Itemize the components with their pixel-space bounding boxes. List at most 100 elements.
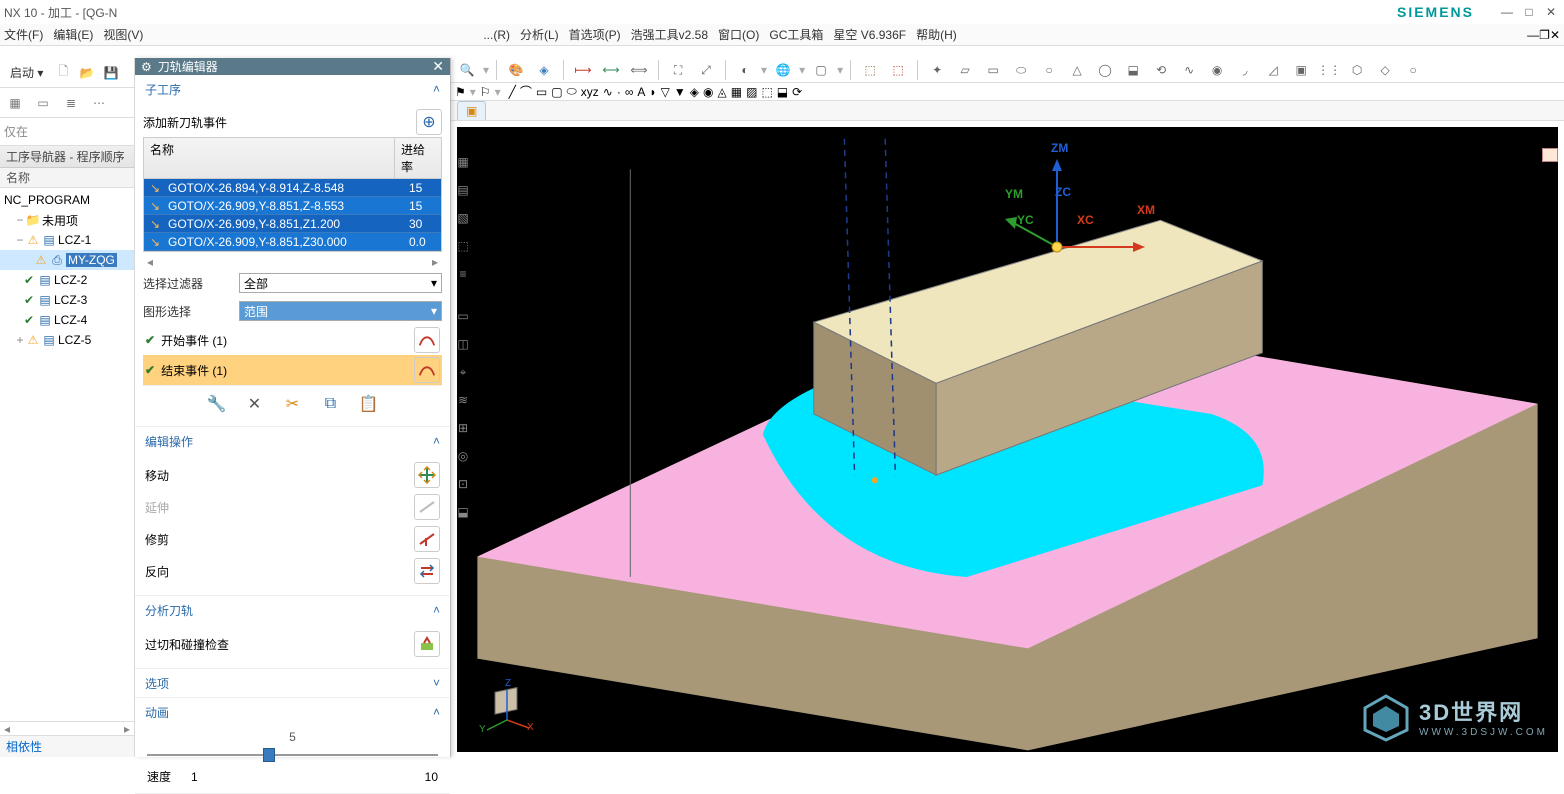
- line-icon[interactable]: ╱: [509, 85, 516, 99]
- section-anim[interactable]: 动画˄: [135, 698, 450, 726]
- hex-icon[interactable]: ⬡: [1345, 58, 1369, 82]
- tree-lcz3[interactable]: ✔ ▤ LCZ-3: [0, 290, 134, 310]
- tree-lcz4[interactable]: ✔ ▤ LCZ-4: [0, 310, 134, 330]
- fillet-icon[interactable]: ◞: [1233, 58, 1257, 82]
- menu-file[interactable]: 文件(F): [4, 26, 43, 43]
- start-curve-icon[interactable]: [414, 327, 440, 353]
- v2-icon[interactable]: ▼: [674, 85, 686, 99]
- maximize-button[interactable]: □: [1520, 3, 1538, 21]
- table-row[interactable]: ↘GOTO/X-26.909,Y-8.851,Z-8.55315: [144, 197, 441, 215]
- add-event-button[interactable]: ⊕: [416, 109, 442, 135]
- revolve-icon[interactable]: ⟲: [1149, 58, 1173, 82]
- cut-icon[interactable]: ✂: [281, 392, 305, 416]
- layers-icon[interactable]: ≣: [60, 92, 82, 114]
- filter-select[interactable]: 全部▾: [239, 273, 442, 293]
- mini-viewport-icon[interactable]: [1542, 148, 1558, 162]
- more-icon[interactable]: ⋯: [88, 92, 110, 114]
- fit-icon[interactable]: ⛶: [666, 58, 690, 82]
- box-icon[interactable]: ▭: [981, 58, 1005, 82]
- st-4[interactable]: ⬚: [451, 234, 475, 258]
- copy-icon[interactable]: ⧉: [319, 392, 343, 416]
- slider-thumb[interactable]: [263, 748, 275, 762]
- sphere-icon[interactable]: ○: [1037, 58, 1061, 82]
- st-7[interactable]: ◫: [451, 332, 475, 356]
- table-row[interactable]: ↘GOTO/X-26.894,Y-8.914,Z-8.54815: [144, 179, 441, 197]
- text-icon[interactable]: xyz: [581, 85, 599, 99]
- inner-restore-button[interactable]: ❐: [1539, 28, 1550, 42]
- menu-view[interactable]: 视图(V): [103, 26, 143, 43]
- d-icon[interactable]: ◗: [649, 85, 656, 99]
- minimize-button[interactable]: —: [1498, 3, 1516, 21]
- dist-icon[interactable]: ⟺: [627, 58, 651, 82]
- point-icon[interactable]: ·: [617, 85, 621, 99]
- cube2-icon[interactable]: ⬚: [886, 58, 910, 82]
- paste-icon[interactable]: 📋: [357, 392, 381, 416]
- save-icon[interactable]: 💾: [101, 63, 121, 83]
- v9-icon[interactable]: ⬓: [777, 85, 788, 99]
- st-13[interactable]: ⬓: [451, 500, 475, 524]
- menu-r[interactable]: ...(R): [483, 28, 510, 42]
- st-5[interactable]: ≡: [451, 262, 475, 286]
- cone-icon[interactable]: △: [1065, 58, 1089, 82]
- inner-minimize-button[interactable]: —: [1527, 28, 1539, 42]
- spline-icon[interactable]: ∿: [603, 85, 613, 99]
- palette-icon[interactable]: 🎨: [504, 58, 528, 82]
- tree-unused[interactable]: − 📁 未用项: [0, 210, 134, 230]
- tree-hscroll[interactable]: ◂▸: [0, 721, 134, 735]
- inner-close-button[interactable]: ✕: [1550, 28, 1560, 42]
- st-12[interactable]: ⊡: [451, 472, 475, 496]
- speed-slider[interactable]: [147, 746, 438, 764]
- table-row[interactable]: ↘GOTO/X-26.909,Y-8.851,Z1.20030: [144, 215, 441, 233]
- a-icon[interactable]: A: [637, 85, 645, 99]
- graph-select[interactable]: 范围▾: [239, 301, 442, 321]
- ellipse-icon[interactable]: ⬭: [567, 84, 577, 99]
- v6-icon[interactable]: ▦: [731, 85, 742, 99]
- wire-icon[interactable]: ▢: [809, 58, 833, 82]
- op-trim[interactable]: 修剪: [143, 523, 442, 555]
- menu-haoqiang[interactable]: 浩强工具v2.58: [631, 26, 708, 43]
- 3d-viewport[interactable]: ZM ZC YM YC XM XC Z X Y 3D世界网WWW.3DSJ: [457, 127, 1558, 752]
- section-analyze[interactable]: 分析刀轨˄: [135, 596, 450, 624]
- shell-icon[interactable]: ▣: [1289, 58, 1313, 82]
- v8-icon[interactable]: ⬚: [761, 85, 772, 99]
- tree-root[interactable]: NC_PROGRAM: [0, 190, 134, 210]
- globe-icon[interactable]: 🌐: [771, 58, 795, 82]
- wrench-icon[interactable]: 🔧: [205, 392, 229, 416]
- table-row[interactable]: ↘GOTO/X-26.909,Y-8.851,Z30.0000.0: [144, 233, 441, 251]
- tree-lcz2[interactable]: ✔ ▤ LCZ-2: [0, 270, 134, 290]
- st-8[interactable]: ⌖: [451, 360, 475, 384]
- v7-icon[interactable]: ▨: [746, 85, 757, 99]
- menu-help[interactable]: 帮助(H): [916, 26, 957, 43]
- col-name[interactable]: 名称: [144, 138, 395, 178]
- st-6[interactable]: ▭: [451, 304, 475, 328]
- hole-icon[interactable]: ◉: [1205, 58, 1229, 82]
- st-10[interactable]: ⊞: [451, 416, 475, 440]
- end-curve-icon[interactable]: [414, 357, 440, 383]
- sweep-icon[interactable]: ∿: [1177, 58, 1201, 82]
- circle-icon[interactable]: ○: [1401, 58, 1425, 82]
- v10-icon[interactable]: ⟳: [792, 85, 802, 99]
- flag-icon[interactable]: ⚑: [455, 85, 466, 99]
- st-3[interactable]: ▧: [451, 206, 475, 230]
- menu-window[interactable]: 窗口(O): [718, 26, 759, 43]
- arc-icon[interactable]: ⌒: [520, 83, 532, 100]
- tree-lcz1[interactable]: − ⚠ ▤ LCZ-1: [0, 230, 134, 250]
- open-icon[interactable]: 📂: [77, 63, 97, 83]
- panel-close-button[interactable]: ✕: [432, 58, 444, 75]
- box-tool-icon[interactable]: ▭: [32, 92, 54, 114]
- measure-icon[interactable]: ⟷: [599, 58, 623, 82]
- ruler-icon[interactable]: ⟼: [571, 58, 595, 82]
- cyl-icon[interactable]: ⬭: [1009, 58, 1033, 82]
- end-event-row[interactable]: ✔ 结束事件 (1): [143, 355, 442, 385]
- v4-icon[interactable]: ◉: [703, 85, 713, 99]
- v3-icon[interactable]: ◈: [690, 85, 699, 99]
- tree-lcz5[interactable]: + ⚠ ▤ LCZ-5: [0, 330, 134, 350]
- menu-pref[interactable]: 首选项(P): [569, 26, 621, 43]
- start-dropdown[interactable]: 启动 ▾: [4, 62, 49, 83]
- gouge-check[interactable]: 过切和碰撞检查: [143, 628, 442, 660]
- st-1[interactable]: ▦: [451, 150, 475, 174]
- diamond-icon[interactable]: ◈: [532, 58, 556, 82]
- plane-icon[interactable]: ▱: [953, 58, 977, 82]
- start-event-row[interactable]: ✔ 开始事件 (1): [143, 325, 442, 355]
- extrude-icon[interactable]: ⬓: [1121, 58, 1145, 82]
